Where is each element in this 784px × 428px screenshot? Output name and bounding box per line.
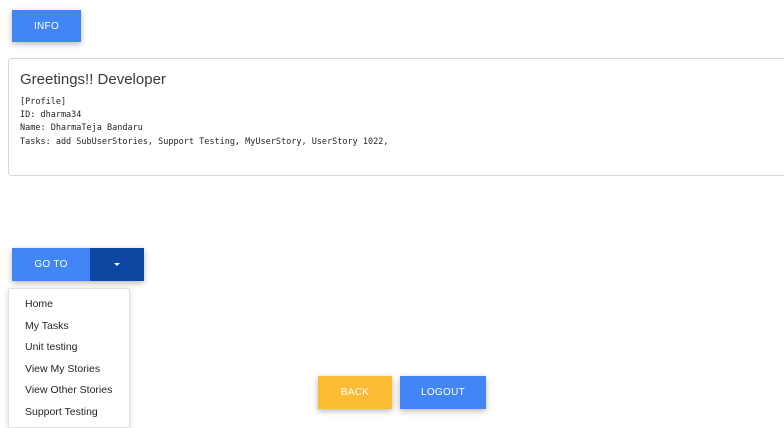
goto-button-group: GO TO [12,248,144,281]
menu-item-unit-testing[interactable]: Unit testing [9,337,129,359]
caret-down-icon [114,263,120,266]
menu-item-view-other-stories[interactable]: View Other Stories [9,380,129,402]
info-button[interactable]: INFO [12,10,81,42]
profile-text: [Profile] ID: dharma34 Name: DharmaTeja … [20,96,388,149]
goto-button[interactable]: GO TO [12,248,90,281]
card-title: Greetings!! Developer [20,71,166,88]
goto-dropdown-toggle[interactable] [90,248,144,281]
profile-line-header: [Profile] [20,97,67,107]
profile-card: Greetings!! Developer [Profile] ID: dhar… [8,58,784,176]
menu-item-my-tasks[interactable]: My Tasks [9,316,129,338]
menu-item-support-testing[interactable]: Support Testing [9,402,129,424]
menu-item-home[interactable]: Home [9,294,129,316]
back-button[interactable]: BACK [318,376,392,409]
profile-line-name: Name: DharmaTeja Bandaru [20,123,143,134]
goto-dropdown-menu: Home My Tasks Unit testing View My Stori… [8,288,130,428]
menu-item-view-my-stories[interactable]: View My Stories [9,359,129,381]
profile-line-tasks: Tasks: add SubUserStories, Support Testi… [20,136,389,147]
logout-button[interactable]: LOGOUT [400,376,486,409]
profile-line-id: ID: dharma34 [20,110,82,121]
